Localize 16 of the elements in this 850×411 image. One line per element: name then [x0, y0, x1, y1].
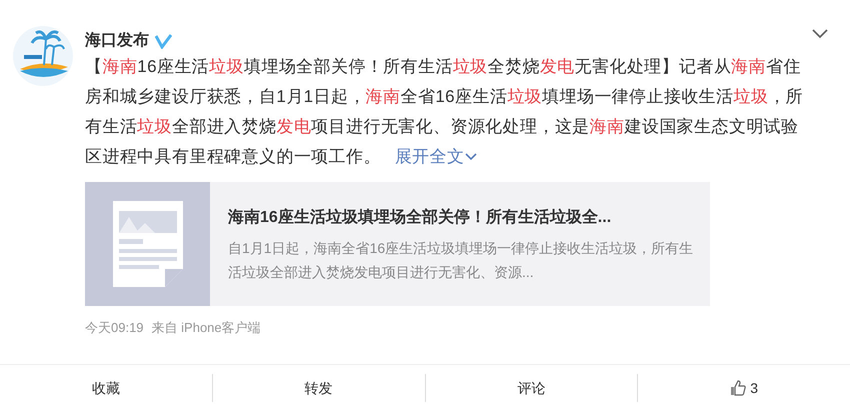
thumbs-up-icon — [730, 380, 746, 396]
author-name[interactable]: 海口发布 — [85, 29, 149, 53]
post-text: 【海南16座生活垃圾填埋场全部关停！所有生活垃圾全焚烧发电无害化处理】记者从海南省住房和城乡建设厅获悉，自1月1日起，海南全省16座生活垃圾填埋场一律停止接收生活垃圾，所有生活垃圾全部进入焚烧发电项目进行无害化、资源化处理，这是海南建设国家生态文明试验区进程中具有里程碑意义的一项工作。 展开全文 — [85, 52, 809, 172]
card-title: 海南16座生活垃圾填埋场全部关停！所有生活垃圾全... — [228, 207, 612, 228]
chevron-down-icon[interactable] — [812, 29, 828, 39]
post-source: 来自 iPhone客户端 — [152, 319, 261, 337]
action-button[interactable]: 收藏 — [92, 374, 120, 402]
avatar-logo — [12, 25, 74, 87]
expand-link[interactable]: 展开全文 — [394, 142, 478, 172]
action-button[interactable]: 评论 — [517, 374, 546, 402]
chevron-down-icon — [465, 153, 478, 161]
action-button[interactable]: 转发 — [304, 374, 333, 402]
card-description: 自1月1日起，海南全省16座生活垃圾填埋场一律停止接收生活垃圾，所有生活垃圾全部进入焚烧发电项目进行无害化、资源... — [228, 239, 694, 282]
document-icon — [112, 201, 182, 287]
like-button[interactable]: 3 — [730, 374, 758, 402]
article-card[interactable]: 海南16座生活垃圾填埋场全部关停！所有生活垃圾全... 自1月1日起，海南全省16座生活垃圾填埋场一律停止接收生活垃圾，所有生活垃圾全部进入焚烧发电项目进行无害化、资源... — [85, 182, 710, 306]
